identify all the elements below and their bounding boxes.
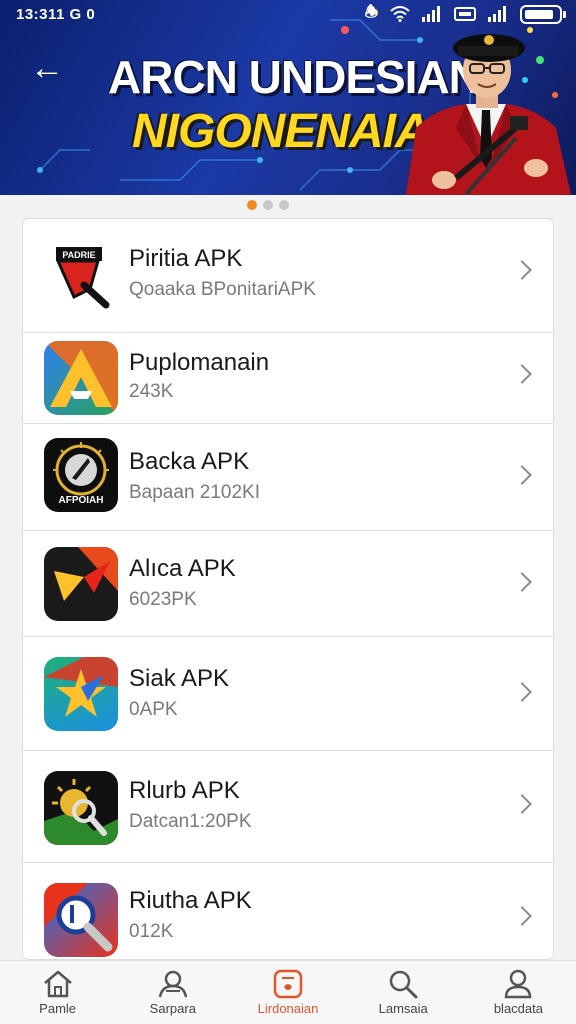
app-name: Riutha APK xyxy=(129,887,252,914)
list-item[interactable]: Rlurb APK Datcan1:20PK xyxy=(23,751,553,863)
list-item[interactable]: Alıca APK 6023PK xyxy=(23,531,553,637)
carousel-dot[interactable] xyxy=(263,200,273,210)
app-name: Siak APK xyxy=(129,665,230,692)
chevron-right-icon xyxy=(512,364,532,384)
mute-icon: 🕭 xyxy=(364,3,378,21)
star-burst-icon xyxy=(44,657,118,731)
hero-banner[interactable]: 13:311 G 0 🕭 ← ARCN UNDESIAN NIGONENAIAN xyxy=(0,0,576,195)
nav-tab-sarpara[interactable]: Sarpara xyxy=(115,961,230,1024)
back-arrow-icon[interactable]: ← xyxy=(30,50,70,90)
carousel-dot-active[interactable] xyxy=(247,200,257,210)
app-name: Puplomanain xyxy=(129,349,270,376)
user-icon xyxy=(505,969,532,999)
list-item[interactable]: Puplomanain 243K xyxy=(23,333,553,424)
app-subtitle: 012K xyxy=(129,921,174,942)
chevron-right-icon xyxy=(512,906,532,926)
app-subtitle: 243K xyxy=(129,381,174,402)
a-triangle-icon xyxy=(44,341,118,415)
nav-tab-lirdonaian[interactable]: Lirdonaian xyxy=(230,961,345,1024)
list-item[interactable]: PADRIE Piritia APK Qoaaka BPonitariAPK xyxy=(23,219,553,333)
app-subtitle: Bapaan 2102KI xyxy=(129,482,261,503)
x-arrow-icon xyxy=(44,547,118,621)
chevron-right-icon xyxy=(512,260,532,280)
nav-tab-home[interactable]: Pamle xyxy=(0,961,115,1024)
carousel-indicator[interactable] xyxy=(0,200,576,212)
presenter-illustration xyxy=(406,34,571,195)
nav-label: Sarpara xyxy=(149,1001,196,1016)
chevron-right-icon xyxy=(512,572,532,592)
list-item[interactable]: Riutha APK 012K xyxy=(23,863,553,959)
app-name: Rlurb APK xyxy=(129,777,240,804)
status-time: 13:311 G 0 xyxy=(16,5,96,23)
app-name: Piritia APK xyxy=(129,245,243,272)
search-icon xyxy=(389,970,418,999)
list-item[interactable]: Siak APK 0APK xyxy=(23,637,553,751)
profile-group-icon xyxy=(158,970,188,998)
chevron-right-icon xyxy=(512,682,532,702)
nav-label: Lirdonaian xyxy=(257,1001,319,1016)
app-name: Alıca APK xyxy=(129,555,236,582)
nav-label: Pamle xyxy=(39,1001,77,1016)
red-pen-icon: PADRIE xyxy=(44,239,118,313)
chevron-right-icon xyxy=(512,794,532,814)
nav-label: Lamsaia xyxy=(378,1001,428,1016)
list-item[interactable]: AFPOIAH Backa APK Bapaan 2102KI xyxy=(23,424,553,531)
app-subtitle: Datcan1:20PK xyxy=(129,811,252,832)
app-subtitle: Qoaaka BPonitariAPK xyxy=(129,279,316,300)
icon-label: AFPOIAH xyxy=(58,495,104,506)
sun-magnifier-icon xyxy=(44,771,118,845)
chevron-right-icon xyxy=(512,465,532,485)
magnifier-tool-icon xyxy=(44,883,118,957)
bottom-navigation: Pamle Sarpara Lirdonaian Lamsaia blacdat… xyxy=(0,960,576,1024)
app-list: PADRIE Piritia APK Qoaaka BPonitariAPK P… xyxy=(22,218,554,960)
app-subtitle: 0APK xyxy=(129,699,178,720)
nav-tab-profile[interactable]: blacdata xyxy=(461,961,576,1024)
nav-label: blacdata xyxy=(493,1001,543,1016)
app-square-icon xyxy=(273,969,303,999)
nav-tab-search[interactable]: Lamsaia xyxy=(346,961,461,1024)
svg-text:PADRIE: PADRIE xyxy=(62,250,95,260)
home-icon xyxy=(43,970,72,998)
carousel-dot[interactable] xyxy=(279,200,289,210)
app-subtitle: 6023PK xyxy=(129,589,197,610)
badge-emblem-icon: AFPOIAH xyxy=(44,438,118,512)
app-name: Backa APK xyxy=(129,448,250,475)
